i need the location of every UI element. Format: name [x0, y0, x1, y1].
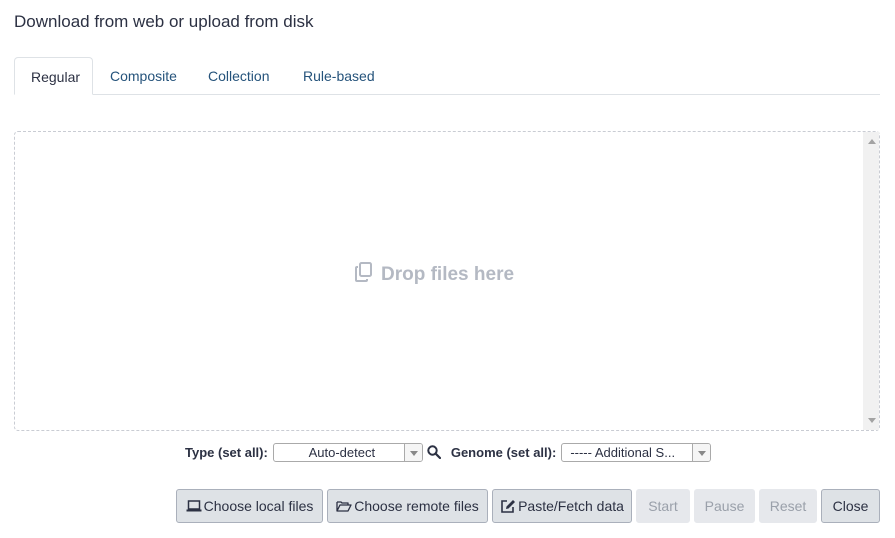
chevron-down-icon [403, 443, 422, 461]
tab-composite[interactable]: Composite [94, 57, 193, 95]
tab-rule-based[interactable]: Rule-based [287, 57, 391, 95]
pause-button[interactable]: Pause [694, 489, 755, 523]
drop-hint: Drop files here [355, 261, 514, 289]
type-select-value: Auto-detect [308, 444, 376, 460]
folder-open-icon [336, 500, 352, 513]
scroll-up-arrow-icon[interactable] [868, 139, 876, 144]
drop-hint-label: Drop files here [381, 264, 515, 285]
choose-local-files-button[interactable]: Choose local files [176, 489, 323, 523]
type-label: Type (set all): [185, 444, 268, 460]
search-icon[interactable] [427, 445, 441, 459]
choose-local-files-label: Choose local files [203, 498, 314, 514]
start-button[interactable]: Start [636, 489, 690, 523]
tab-collection[interactable]: Collection [192, 57, 285, 95]
choose-remote-files-label: Choose remote files [354, 498, 479, 514]
paste-fetch-data-button[interactable]: Paste/Fetch data [492, 489, 632, 523]
dropzone-scrollbar[interactable] [863, 132, 879, 430]
edit-icon [500, 499, 516, 514]
chevron-down-icon [692, 443, 711, 461]
genome-label: Genome (set all): [450, 444, 557, 460]
tab-regular[interactable]: Regular [14, 57, 93, 95]
reset-button[interactable]: Reset [759, 489, 817, 523]
scroll-down-arrow-icon[interactable] [868, 418, 876, 423]
genome-select[interactable]: ----- Additional S... [561, 442, 712, 462]
close-button[interactable]: Close [821, 489, 880, 523]
dialog-title: Download from web or upload from disk [14, 12, 314, 31]
upload-tabs: Regular Composite Collection Rule-based [14, 57, 880, 95]
drop-zone[interactable]: Drop files here [14, 131, 880, 431]
paste-fetch-data-label: Paste/Fetch data [518, 498, 624, 514]
type-select[interactable]: Auto-detect [272, 442, 423, 462]
choose-remote-files-button[interactable]: Choose remote files [327, 489, 488, 523]
copy-icon [355, 262, 373, 288]
settings-row: Type (set all): Auto-detect Genome (set … [185, 442, 712, 462]
laptop-icon [186, 499, 202, 513]
genome-select-value: ----- Additional S... [570, 444, 676, 460]
